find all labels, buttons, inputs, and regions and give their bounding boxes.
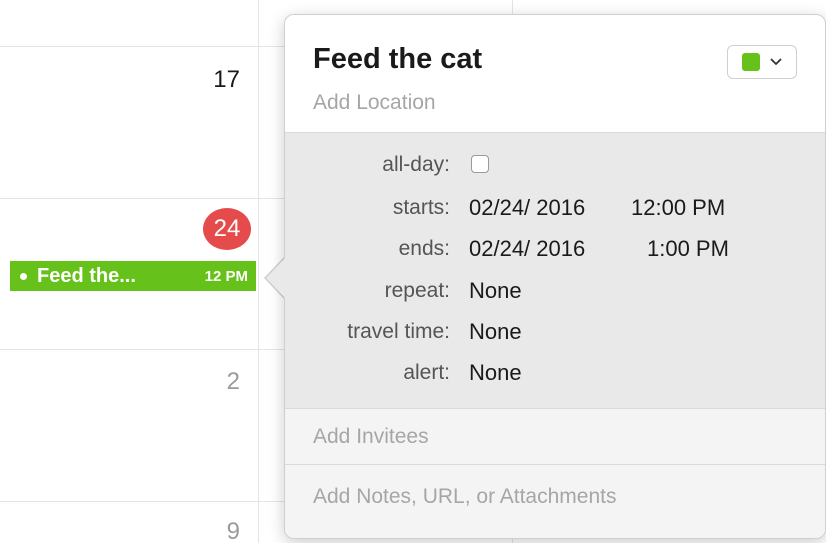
add-notes-field[interactable]: Add Notes, URL, or Attachments [313, 485, 616, 509]
event-chip[interactable]: Feed the... 12 PM [10, 261, 256, 291]
popover-arrow-fill [266, 257, 286, 299]
end-time[interactable]: 1:00 PM [647, 236, 729, 262]
repeat-value[interactable]: None [469, 278, 522, 304]
calendar-color-swatch [742, 53, 760, 71]
grid-column-divider [258, 0, 259, 543]
ends-label: ends: [398, 237, 450, 260]
event-popover: Feed the cat Add Location all-day: start… [284, 14, 826, 539]
travel-time-value[interactable]: None [469, 319, 522, 345]
day-number-9[interactable]: 9 [190, 518, 240, 543]
start-date[interactable]: 02/24/ 2016 [469, 195, 585, 221]
start-time[interactable]: 12:00 PM [631, 195, 725, 221]
add-invitees-field[interactable]: Add Invitees [313, 425, 429, 449]
chevron-down-icon [770, 58, 782, 65]
alert-label: alert: [403, 361, 450, 384]
calendar-window: 17 24 2 9 Feed the... 12 PM Feed the cat… [0, 0, 826, 543]
end-date[interactable]: 02/24/ 2016 [469, 236, 585, 262]
popover-header: Feed the cat Add Location [285, 15, 825, 133]
event-details-section: all-day: starts: 02/24/ 2016 12:00 PM en… [285, 133, 825, 409]
today-badge[interactable]: 24 [203, 208, 251, 250]
event-chip-time: 12 PM [204, 267, 248, 285]
repeat-label: repeat: [384, 279, 450, 302]
invitees-section: Add Invitees [285, 409, 825, 465]
starts-label: starts: [392, 196, 450, 219]
calendar-color-picker[interactable] [727, 45, 797, 79]
all-day-label: all-day: [382, 153, 450, 176]
travel-time-label: travel time: [347, 320, 450, 343]
all-day-checkbox[interactable] [471, 155, 489, 173]
day-number-17[interactable]: 17 [190, 66, 240, 94]
add-location-field[interactable]: Add Location [313, 91, 436, 115]
event-chip-title: Feed the... [37, 264, 136, 287]
event-dot-icon [20, 272, 27, 280]
day-number-2[interactable]: 2 [190, 368, 240, 396]
alert-value[interactable]: None [469, 360, 522, 386]
event-title[interactable]: Feed the cat [313, 43, 482, 76]
notes-section: Add Notes, URL, or Attachments [285, 465, 825, 538]
